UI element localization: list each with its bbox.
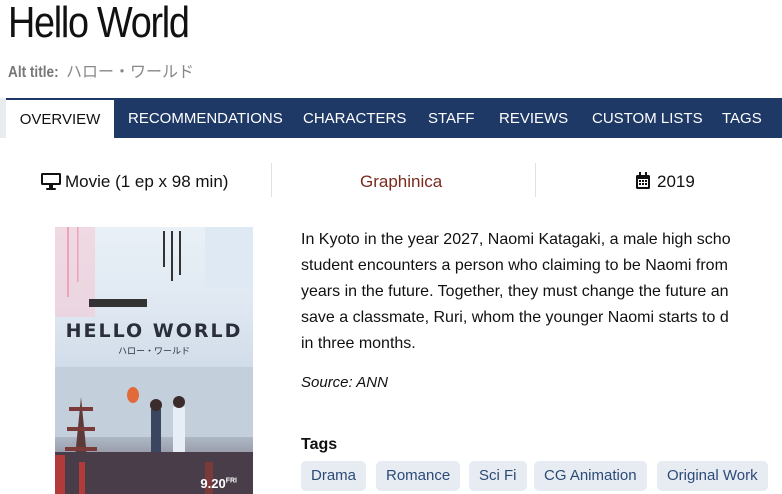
- synopsis-source: Source: ANN: [301, 374, 388, 391]
- tab-reviews[interactable]: REVIEWS: [499, 98, 568, 138]
- poster-image[interactable]: HELLO WORLD ハロー・ワールド 9.20FRI: [55, 227, 253, 494]
- format-text: Movie (1 ep x 98 min): [65, 172, 229, 191]
- nav-bar: OVERVIEW RECOMMENDATIONS CHARACTERS STAF…: [0, 98, 782, 138]
- synopsis-line: save a classmate, Ruri, whom the younger…: [301, 309, 729, 326]
- poster-subtitle: ハロー・ワールド: [117, 346, 190, 356]
- info-divider: [535, 163, 536, 197]
- calendar-icon: [636, 172, 650, 189]
- tags-heading: Tags: [301, 436, 338, 453]
- tag-romance[interactable]: Romance: [376, 461, 461, 491]
- synopsis-line: student encounters a person who claiming…: [301, 257, 728, 274]
- tag-original-work[interactable]: Original Work: [657, 461, 768, 491]
- synopsis: In Kyoto in the year 2027, Naomi Katagak…: [301, 227, 782, 357]
- studio-link[interactable]: Graphinica: [360, 165, 442, 199]
- alt-title-label: Alt title:: [8, 64, 59, 81]
- alt-title: Alt title: ハロー・ワールド: [8, 58, 194, 82]
- poster-art: [55, 227, 253, 494]
- tag-drama[interactable]: Drama: [301, 461, 367, 491]
- year-info: 2019: [635, 165, 695, 199]
- poster-date-text: 9.20: [200, 476, 226, 491]
- tag-cg-animation[interactable]: CG Animation: [534, 461, 647, 491]
- poster-date-suffix: FRI: [225, 477, 237, 485]
- format-info: Movie (1 ep x 98 min): [40, 165, 228, 199]
- poster-title: HELLO WORLD: [65, 320, 243, 342]
- tab-overview[interactable]: OVERVIEW: [6, 98, 114, 138]
- synopsis-line: years in the future. Together, they must…: [301, 283, 729, 300]
- synopsis-line: In Kyoto in the year 2027, Naomi Katagak…: [301, 231, 731, 248]
- synopsis-line: in three months.: [301, 335, 416, 352]
- info-divider: [271, 163, 272, 197]
- page-title: Hello World: [8, 0, 190, 47]
- year-text: 2019: [657, 172, 695, 191]
- tab-custom-lists[interactable]: CUSTOM LISTS: [592, 98, 703, 138]
- tag-sci-fi[interactable]: Sci Fi: [469, 461, 527, 491]
- tab-tags[interactable]: TAGS: [722, 98, 762, 138]
- tab-recommendations[interactable]: RECOMMENDATIONS: [128, 98, 283, 138]
- monitor-icon: [41, 173, 61, 190]
- tab-characters[interactable]: CHARACTERS: [303, 98, 406, 138]
- alt-title-value: ハロー・ワールド: [66, 64, 195, 81]
- poster-date: 9.20FRI: [200, 476, 237, 491]
- tab-staff[interactable]: STAFF: [428, 98, 474, 138]
